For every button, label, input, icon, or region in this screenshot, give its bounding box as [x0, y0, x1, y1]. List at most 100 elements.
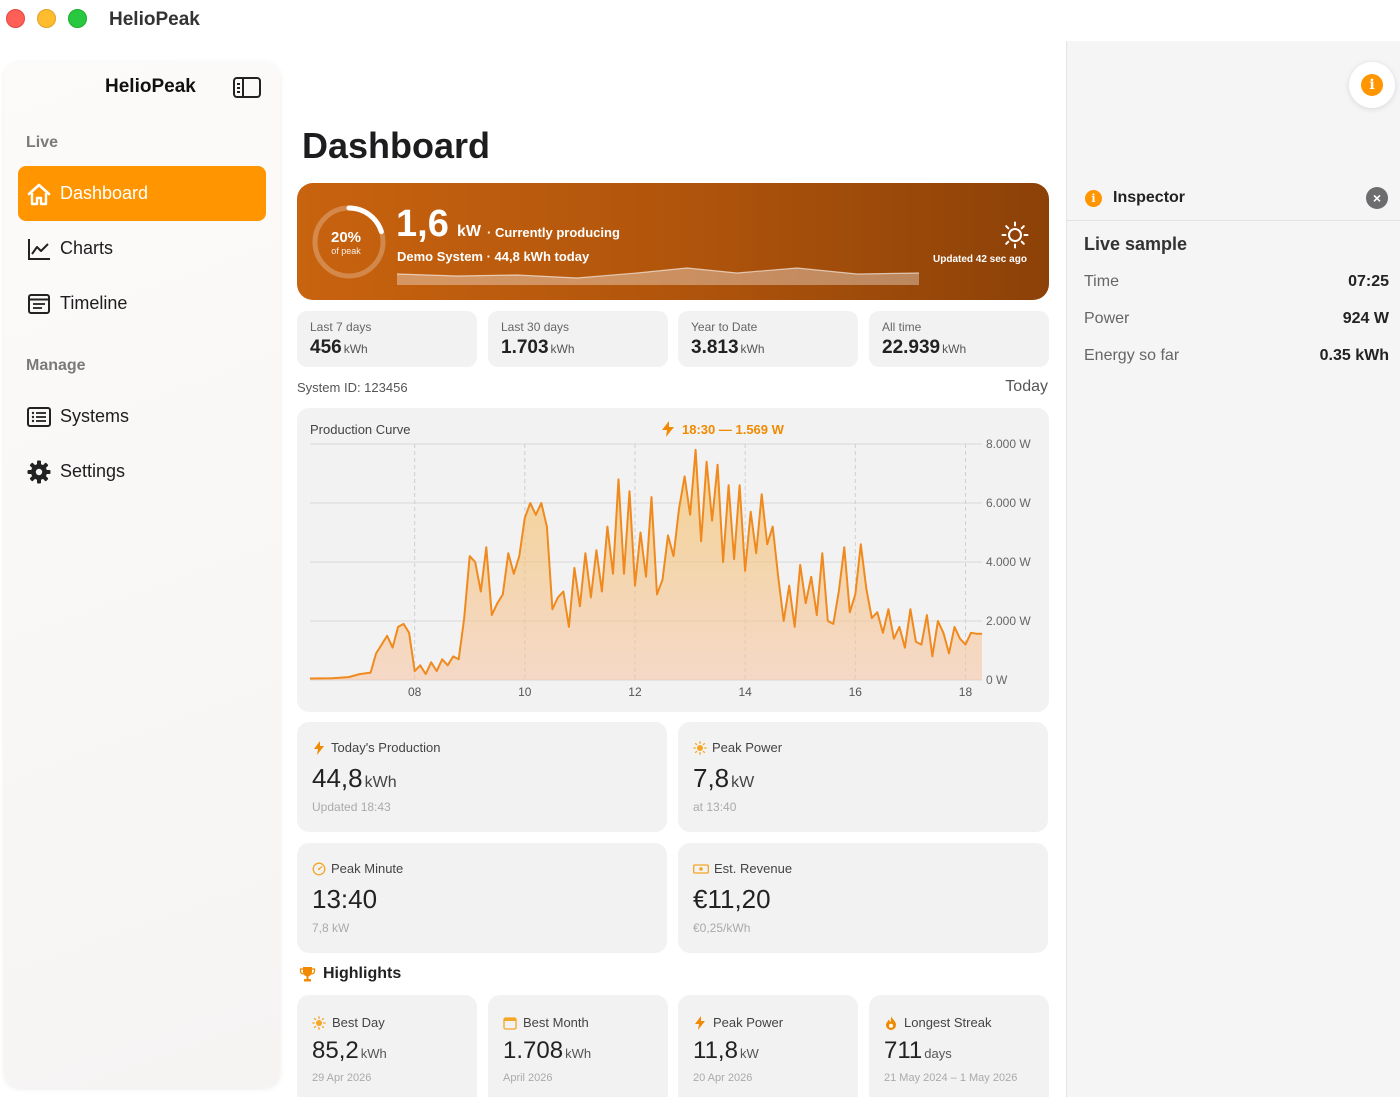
line-chart-icon	[26, 236, 52, 262]
production-curve-card[interactable]: 8.000 W 6.000 W 4.000 W 2.000 W 0 W 08 10 12 14 1…	[297, 408, 1049, 712]
window-title: HelioPeak	[109, 9, 200, 30]
production-state: · Currently producing	[487, 225, 620, 240]
close-icon[interactable]: ×	[1366, 187, 1388, 209]
sidebar-item-charts[interactable]: Charts	[18, 221, 266, 276]
highlight-subtitle: 20 Apr 2026	[693, 1072, 753, 1084]
stat-label: Last 7 days	[310, 320, 372, 334]
highlight-best-day: Best Day 85,2 kWh 29 Apr 2026	[297, 995, 477, 1097]
x-tick-label: 14	[738, 685, 752, 699]
stat-all-time: All time 22.939 kWh	[869, 311, 1049, 367]
sidebar-item-settings[interactable]: Settings	[18, 444, 266, 499]
highlight-value: 1.708 kWh	[503, 1037, 592, 1064]
card-header: Peak Power	[693, 740, 782, 755]
x-tick-label: 12	[628, 685, 642, 699]
card-peak-power: Peak Power 7,8 kW at 13:40	[678, 722, 1048, 832]
sun-icon	[312, 1015, 326, 1030]
house-icon	[26, 181, 52, 207]
inspector-key: Energy so far	[1084, 347, 1180, 364]
sidebar-item-dashboard[interactable]: Dashboard	[18, 166, 266, 221]
card-header: Peak Minute	[312, 861, 403, 876]
stat-value: 456 kWh	[310, 337, 368, 358]
x-tick-label: 18	[959, 685, 973, 699]
last-updated: Updated 42 sec ago	[933, 254, 1027, 265]
stat-label: Year to Date	[691, 320, 758, 334]
inspector-value: 0.35 kWh	[1319, 347, 1389, 364]
sidebar-item-label: Charts	[60, 238, 114, 258]
stat-last-30-days: Last 30 days 1.703 kWh	[488, 311, 668, 367]
inspector-title: Inspector	[1113, 189, 1186, 206]
highlight-label: Best Day	[312, 1015, 385, 1030]
info-icon: i	[1361, 74, 1383, 96]
inspector-value: 924 W	[1342, 310, 1389, 327]
flame-icon	[886, 1016, 896, 1030]
title-bar: HelioPeak	[0, 0, 1400, 40]
card-subtitle: €0,25/kWh	[693, 921, 751, 935]
inspector-key: Power	[1084, 310, 1130, 327]
highlight-peak-power: Peak Power 11,8 kW 20 Apr 2026	[678, 995, 858, 1097]
card-est-revenue: Est. Revenue €11,20 €0,25/kWh	[678, 843, 1048, 953]
inspector-row-energy: Energy so far 0.35 kWh	[1084, 347, 1389, 369]
bolt-icon	[314, 740, 324, 755]
chart-peak-annotation: 18:30 — 1.569 W	[661, 421, 784, 437]
highlight-longest-streak: Longest Streak 711 days 21 May 2024 – 1 M…	[869, 995, 1049, 1097]
system-id: System ID: 123456	[297, 380, 408, 395]
sidebar-item-label: Dashboard	[60, 183, 149, 203]
zoom-window-button[interactable]	[68, 9, 87, 28]
sidebar-item-timeline[interactable]: Timeline	[18, 276, 266, 331]
gauge-icon	[312, 862, 326, 875]
y-tick-label: 4.000 W	[986, 555, 1031, 569]
highlight-label: Peak Power	[693, 1015, 783, 1030]
sidebar: HelioPeak Live Dashboard Charts Timeline…	[4, 62, 280, 1088]
card-todays-production: Today's Production 44,8 kWh Updated 18:43	[297, 722, 667, 832]
y-tick-label: 6.000 W	[986, 496, 1031, 510]
minimize-window-button[interactable]	[37, 9, 56, 28]
highlight-value: 85,2 kWh	[312, 1037, 387, 1064]
highlight-best-month: Best Month 1.708 kWh April 2026	[488, 995, 668, 1097]
bolt-icon	[662, 421, 674, 437]
sidebar-item-label: Timeline	[60, 293, 128, 313]
x-tick-label: 16	[849, 685, 863, 699]
info-icon: i	[1085, 190, 1102, 207]
card-header: Today's Production	[312, 740, 440, 755]
y-tick-label: 2.000 W	[986, 614, 1031, 628]
card-value: €11,20	[693, 884, 771, 914]
highlight-label: Best Month	[503, 1015, 589, 1030]
y-tick-label: 0 W	[986, 673, 1008, 687]
highlight-label: Longest Streak	[884, 1015, 991, 1030]
card-value: 13:40	[312, 884, 378, 914]
date-range-selector[interactable]: Today	[990, 378, 1048, 396]
card-value: 7,8 kW	[693, 763, 755, 793]
inspector-toggle-button[interactable]: i	[1349, 62, 1395, 108]
stat-value: 1.703 kWh	[501, 337, 575, 358]
banknote-icon	[693, 863, 709, 874]
timeline-icon	[26, 291, 52, 317]
sun-icon	[693, 740, 707, 755]
gear-icon	[26, 459, 52, 485]
sun-icon	[1001, 221, 1029, 249]
y-tick-label: 8.000 W	[986, 437, 1031, 451]
sidebar-section-manage: Manage	[26, 357, 86, 374]
sidebar-section-live: Live	[26, 134, 59, 151]
calendar-icon	[503, 1016, 517, 1030]
sidebar-toggle-icon[interactable]	[233, 77, 261, 98]
highlight-subtitle: April 2026	[503, 1072, 553, 1084]
sidebar-item-systems[interactable]: Systems	[18, 389, 266, 444]
highlight-subtitle: 29 Apr 2026	[312, 1072, 372, 1084]
live-production-banner: 20% of peak 1,6 kW · Currently producing…	[297, 183, 1049, 300]
peak-percent-caption: of peak	[331, 246, 361, 256]
current-power-unit: kW	[457, 223, 481, 240]
x-tick-label: 10	[518, 685, 532, 699]
stat-last-7-days: Last 7 days 456 kWh	[297, 311, 477, 367]
close-window-button[interactable]	[6, 9, 25, 28]
highlight-subtitle: 21 May 2024 – 1 May 2026	[884, 1072, 1018, 1084]
production-curve-chart[interactable]: 8.000 W 6.000 W 4.000 W 2.000 W 0 W 08 10 12 14 1…	[297, 408, 1049, 712]
chart-title: Production Curve	[310, 422, 411, 437]
card-subtitle: at 13:40	[693, 800, 737, 814]
card-subtitle: Updated 18:43	[312, 800, 391, 814]
peak-percent: 20%	[330, 229, 362, 246]
bolt-icon	[695, 1015, 705, 1030]
highlights-heading: Highlights	[299, 965, 401, 983]
card-peak-minute: Peak Minute 13:40 7,8 kW	[297, 843, 667, 953]
trophy-icon	[299, 966, 316, 981]
page-title: Dashboard	[302, 125, 491, 166]
